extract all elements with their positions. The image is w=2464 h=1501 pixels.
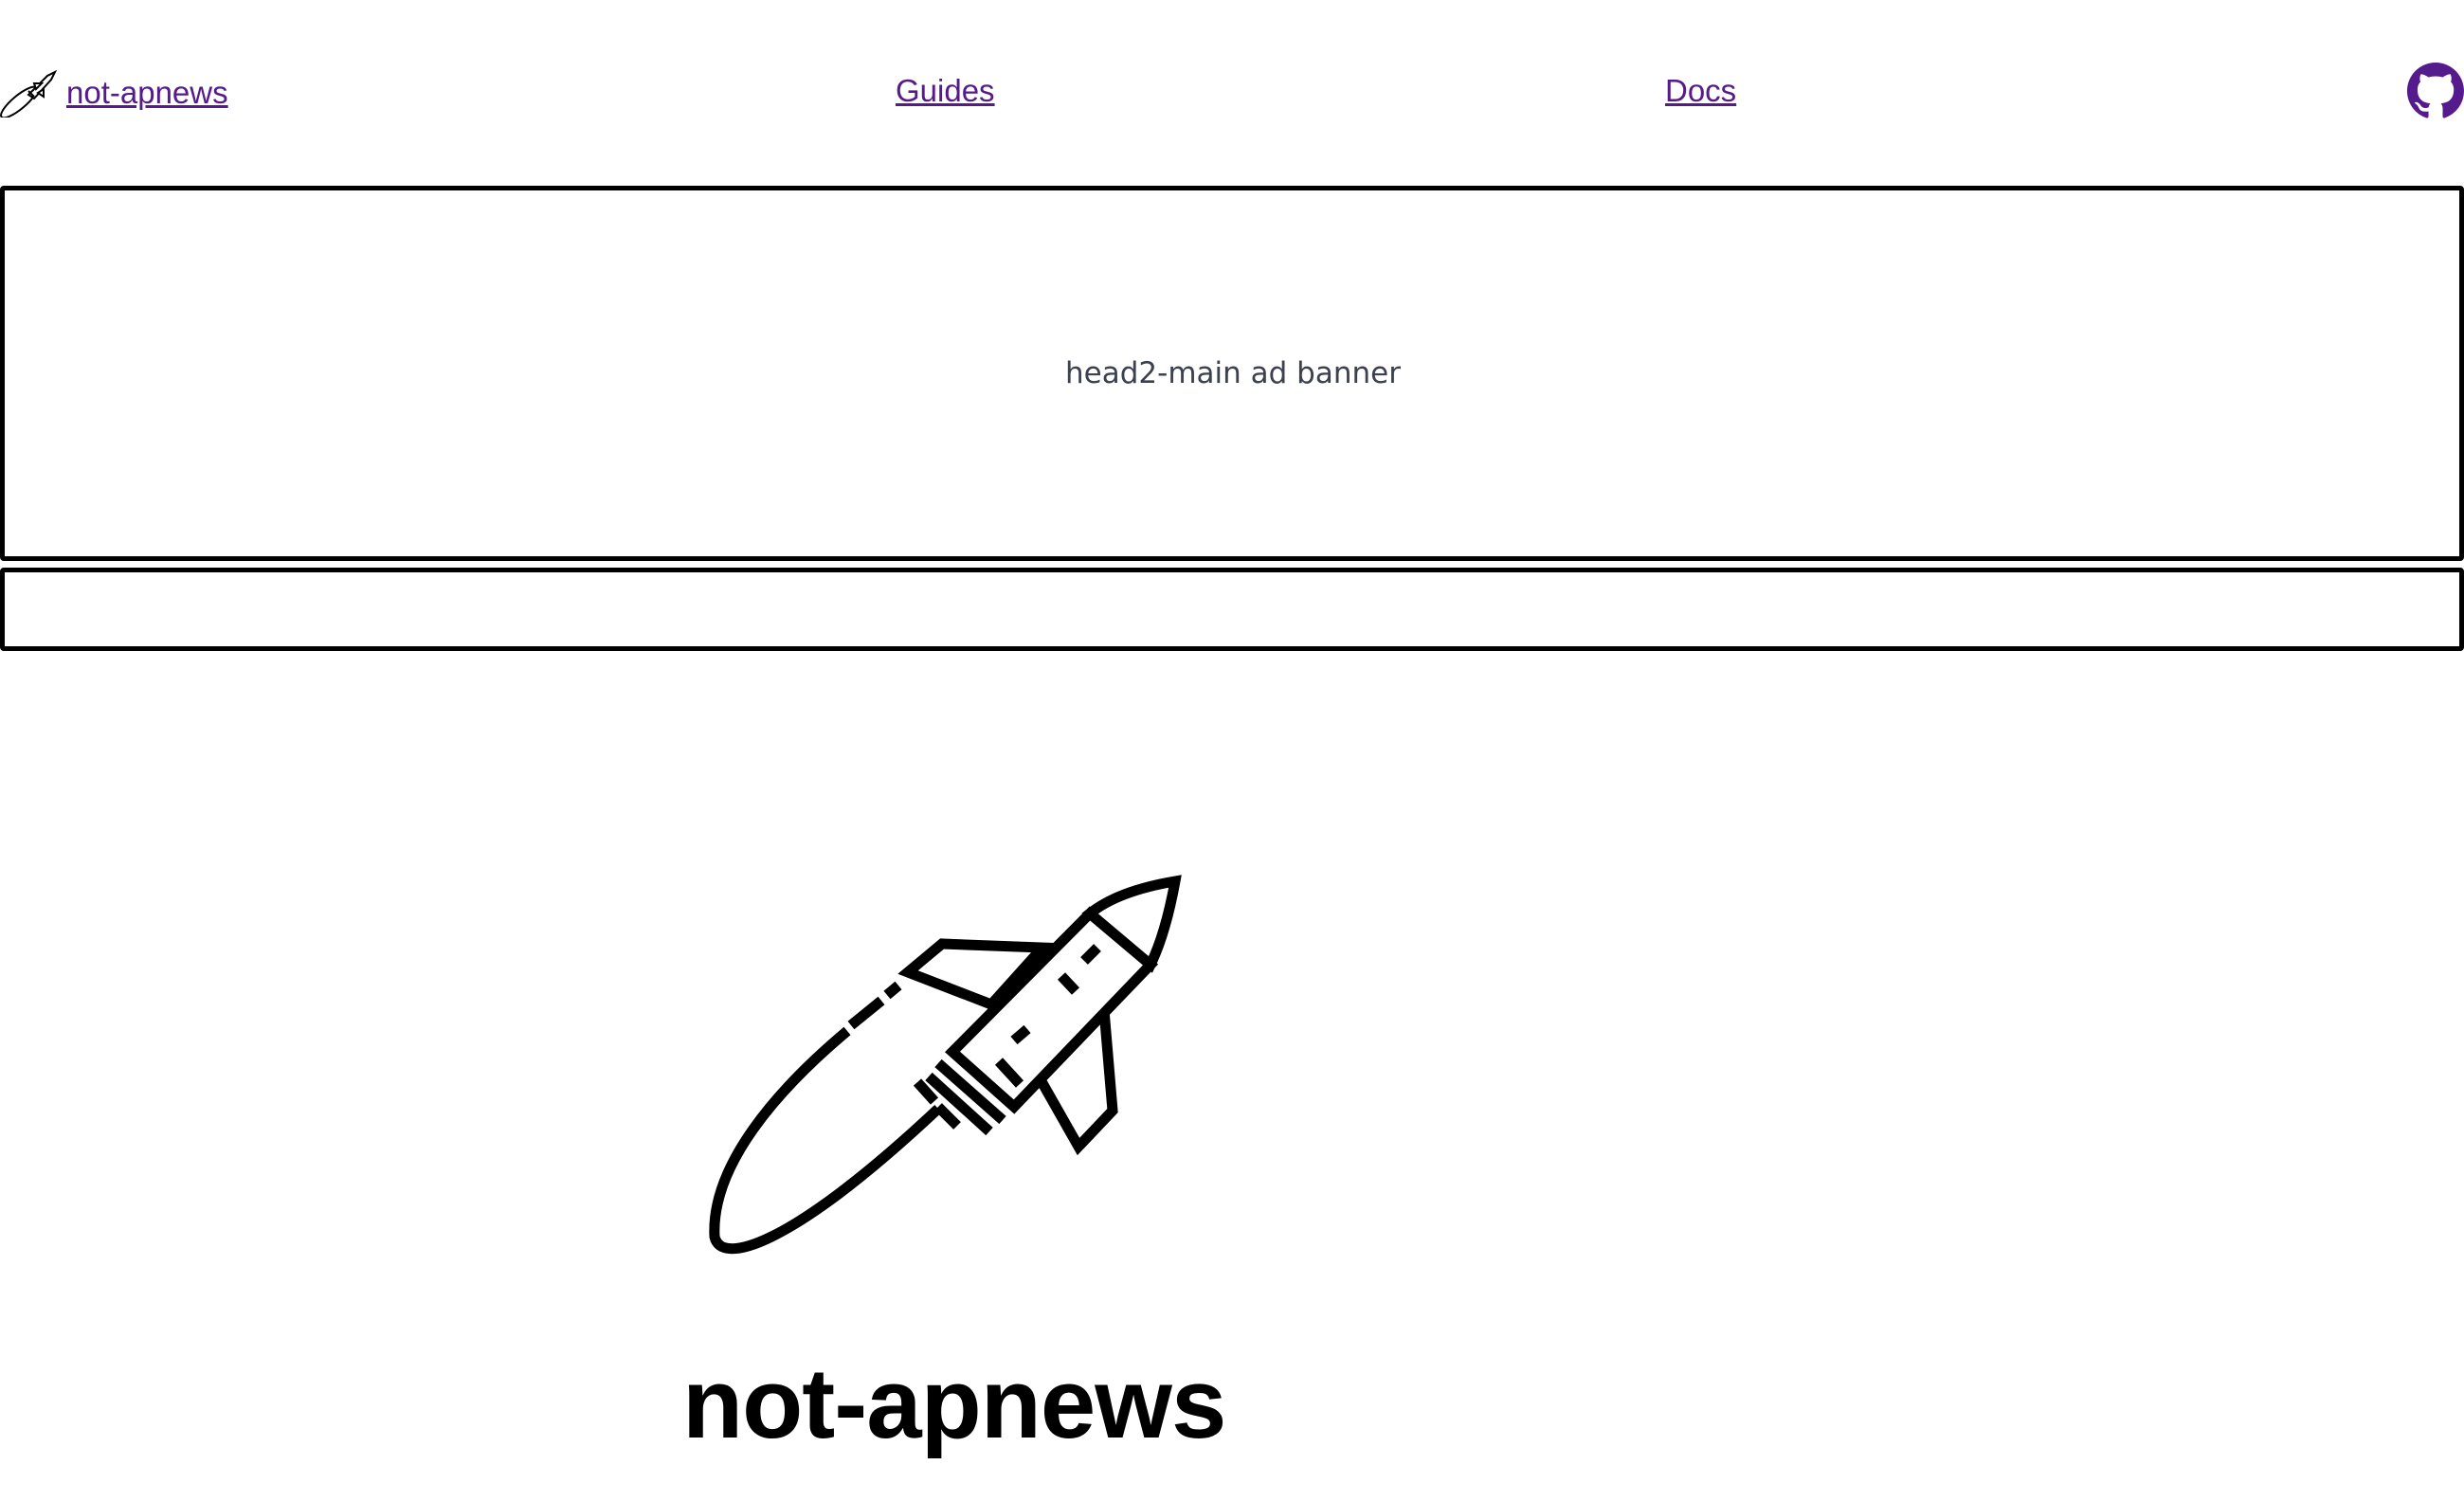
ad-banner-text: head2-main ad banner [1065, 356, 1401, 390]
ad-slot-secondary [0, 568, 2464, 651]
github-link[interactable] [2407, 63, 2464, 119]
rocket-icon [709, 875, 1182, 1255]
github-icon [2407, 63, 2464, 118]
site-header: not-apnews Guides Docs [0, 0, 2464, 186]
nav-docs-link[interactable]: Docs [1665, 72, 1736, 110]
page: not-apnews Guides Docs head2-main ad ban… [0, 0, 2464, 1501]
rocket-icon [0, 68, 59, 118]
hero-rocket-logo [701, 853, 1194, 1270]
brand-label: not-apnews [66, 75, 228, 110]
ad-banner-main: head2-main ad banner [0, 186, 2464, 561]
nav-guides-link[interactable]: Guides [896, 72, 995, 110]
hero-title: not-apnews [682, 1348, 1226, 1459]
brand-link[interactable]: not-apnews [0, 68, 228, 118]
